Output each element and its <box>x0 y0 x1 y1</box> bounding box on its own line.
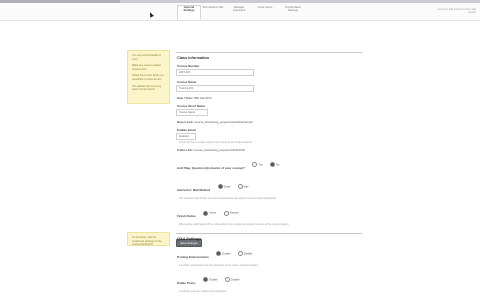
instructor-email-label: Email <box>223 185 231 189</box>
posting-disable-label: Disable <box>243 252 253 256</box>
tip-text: You can control details of entry <box>132 54 161 61</box>
instructor-mail-radio[interactable] <box>237 184 243 190</box>
report-link-value[interactable]: /course_list/training_program/edit/46/se… <box>194 120 252 124</box>
panel-title: Q&A Settings <box>177 237 202 241</box>
enable-email-select[interactable]: Enabled <box>176 133 196 140</box>
tab-general-settings[interactable]: General Settings <box>177 5 201 20</box>
date-time-label: Date / Time: <box>177 96 193 100</box>
course-name-field: Course Name Training 101 <box>176 80 362 92</box>
tip-text: To set these, visit the enrollment setti… <box>132 236 162 247</box>
tip-text: Select the course fields you would like … <box>132 74 164 81</box>
panel-title: Class Information <box>177 56 210 60</box>
posting-label: Posting Environments <box>177 255 209 259</box>
posting-enable-radio[interactable] <box>216 251 222 257</box>
tab-confirmation-settings[interactable]: Confirmation Settings <box>280 5 306 18</box>
help-center-link[interactable]: Link your trial account to the Help Cent… <box>432 8 477 14</box>
enable-email-field: Enable Email Enabled Check this box to e… <box>176 128 362 144</box>
public-posts-disable-radio[interactable] <box>225 277 230 283</box>
nav-row: General Settings Permissions Tab Manage … <box>0 3 480 21</box>
report-link-row: Report Link: /course_list/training_progr… <box>177 120 362 124</box>
public-posts-enable-radio[interactable] <box>203 277 209 283</box>
finish-active-radio[interactable] <box>203 210 209 216</box>
instructor-method-label: Instructor: Mail Method <box>177 188 211 193</box>
public-posts-label: Public Posts: <box>177 281 197 286</box>
report-link-label: Report Link: <box>177 120 194 124</box>
instructor-mail-label: Mail <box>243 185 249 189</box>
posting-enable-label: Enable <box>222 252 231 256</box>
date-time-row: Date / Time: TBD Fall 2013 <box>177 96 362 100</box>
posting-hint: If enabled, participants may post questi… <box>179 264 259 267</box>
public-posts-enable-label: Enable <box>209 278 218 282</box>
instructor-method-hint: The instructor may choose to send corres… <box>179 197 277 201</box>
tip-text: Make any course-related choices here <box>132 64 161 71</box>
instructor-email-radio[interactable] <box>217 184 223 190</box>
date-time-value: TBD Fall 2013 <box>193 96 212 100</box>
public-posts-hint: If enabled, posts are visible to all par… <box>179 290 228 294</box>
finish-inactive-radio[interactable] <box>223 210 229 216</box>
posting-disable-radio[interactable] <box>237 251 243 257</box>
tab-invite-users[interactable]: Invite Users <box>254 5 276 18</box>
anti-plag-yes-label: Yes <box>258 163 263 167</box>
course-name-input[interactable]: Training 101 <box>176 85 254 92</box>
tip-box-qa: To set these, visit the enrollment setti… <box>127 232 170 246</box>
class-information-panel: Class Information Course Number EDIT-101… <box>176 52 362 249</box>
public-posts-disable-label: Disable <box>231 278 240 282</box>
enable-email-label: Enable Email <box>177 128 196 132</box>
course-number-field: Course Number EDIT-101 <box>176 64 362 76</box>
qa-settings-panel: Q&A Settings Posting Environments Enable… <box>176 233 362 297</box>
anti-plag-no-radio[interactable] <box>270 162 276 168</box>
tab-permissions[interactable]: Permissions Tab <box>202 5 224 18</box>
posting-field: Posting Environments Enable Disable If e… <box>176 245 362 267</box>
public-posts-field: Public Posts: Enable Disable If enabled,… <box>176 271 362 293</box>
finish-notice-label: Finish Notice <box>177 214 196 219</box>
finish-inactive-label: Inactive <box>229 211 239 215</box>
short-name-label: Course Short Name <box>177 104 206 108</box>
anti-plag-label: Anti Plag. Question (Instructor of your … <box>177 166 246 171</box>
course-number-input[interactable]: EDIT-101 <box>176 69 254 76</box>
course-number-label: Course Number <box>177 64 200 68</box>
course-name-label: Course Name <box>177 80 197 84</box>
tip-text: The default can be set by each Course Ow… <box>132 84 162 92</box>
anti-plag-no-label: No <box>276 163 280 167</box>
finish-active-label: Active <box>209 211 217 215</box>
finish-notice-hint: When active, participants will be notifi… <box>179 223 290 227</box>
tip-box-general: You can control details of entry Make an… <box>127 50 170 104</box>
public-link-value[interactable]: /course_list/training_program/edit/46/hf… <box>194 148 245 152</box>
enable-email-hint: Check this box to enable email for this … <box>179 141 253 144</box>
finish-notice-field: Finish Notice Active Inactive When activ… <box>176 204 362 226</box>
public-link-label: Public Link: <box>177 148 193 153</box>
anti-plag-yes-radio[interactable] <box>252 162 258 168</box>
tab-manage-questions[interactable]: Manage Questions <box>228 5 250 18</box>
short-name-input[interactable]: Course Name <box>176 109 208 116</box>
short-name-field: Course Short Name Course Name <box>176 104 362 116</box>
instructor-method-field: Instructor: Mail Method Email Mail The i… <box>176 178 362 200</box>
public-link-row: Public Link: /course_list/training_progr… <box>177 148 362 152</box>
anti-plag-field: Anti Plag. Question (Instructor of your … <box>176 156 362 174</box>
